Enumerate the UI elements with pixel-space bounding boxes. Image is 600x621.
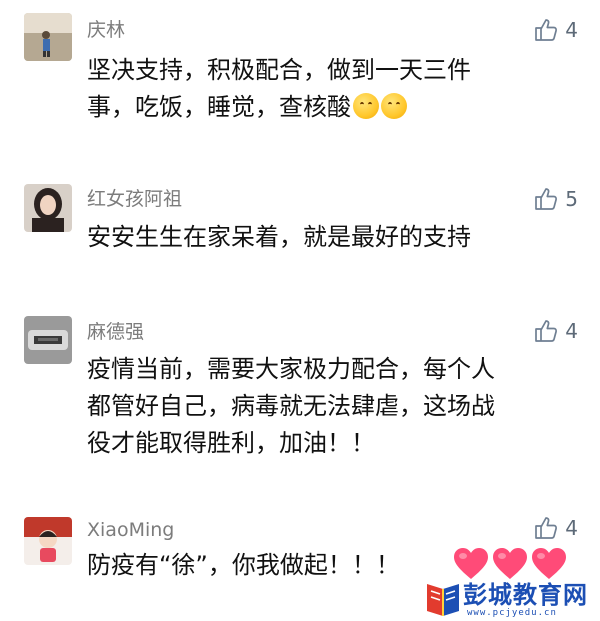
watermark-title: 彭城教育网 xyxy=(463,581,588,609)
hugging-face-emoji-icon xyxy=(381,93,407,119)
thumbs-up-icon xyxy=(535,19,558,41)
like-count: 5 xyxy=(565,187,578,211)
thumbs-up-icon xyxy=(535,188,558,210)
comment-text: 安安生生在家呆着，就是最好的支持 xyxy=(87,219,557,256)
like-count: 4 xyxy=(565,319,578,343)
avatar[interactable] xyxy=(24,517,72,565)
heart-icon xyxy=(454,548,488,579)
avatar[interactable] xyxy=(24,316,72,364)
like-count: 4 xyxy=(565,516,578,540)
comment-line-with-emoji: 事，吃饭，睡觉，查核酸 xyxy=(87,89,557,126)
heart-icon xyxy=(493,548,527,579)
like-button[interactable]: 4 xyxy=(533,515,578,541)
commenter-name[interactable]: 红女孩阿祖 xyxy=(87,187,182,211)
like-button[interactable]: 5 xyxy=(533,186,578,212)
thumbs-up-icon xyxy=(535,320,558,342)
thumbs-up-icon xyxy=(535,517,558,539)
comment-line: 坚决支持，积极配合，做到一天三件 xyxy=(87,56,471,84)
comment-line: 事，吃饭，睡觉，查核酸 xyxy=(87,93,351,121)
watermark-url: www.pcjyedu.cn xyxy=(467,608,557,618)
commenter-name[interactable]: 麻德强 xyxy=(87,320,144,344)
site-watermark: 彭城教育网 www.pcjyedu.cn xyxy=(423,581,599,619)
comment-text: 坚决支持，积极配合，做到一天三件 事，吃饭，睡觉，查核酸 xyxy=(87,52,557,126)
book-logo-icon xyxy=(427,584,459,616)
avatar[interactable] xyxy=(24,184,72,232)
comment-line: 安安生生在家呆着，就是最好的支持 xyxy=(87,223,471,251)
comment-text: 疫情当前，需要大家极力配合，每个人 都管好自己，病毒就无法肆虐，这场战 役才能取… xyxy=(87,351,557,462)
heart-icon xyxy=(532,548,566,579)
like-count: 4 xyxy=(565,18,578,42)
commenter-name[interactable]: 庆林 xyxy=(87,18,125,42)
commenter-name[interactable]: XiaoMing xyxy=(87,518,174,542)
avatar[interactable] xyxy=(24,13,72,61)
hugging-face-emoji-icon xyxy=(353,93,379,119)
comment-line: 役才能取得胜利，加油！！ xyxy=(87,429,375,457)
comment-line: 疫情当前，需要大家极力配合，每个人 xyxy=(87,355,495,383)
comment-line: 都管好自己，病毒就无法肆虐，这场战 xyxy=(87,392,495,420)
hearts-decoration xyxy=(453,547,567,581)
like-button[interactable]: 4 xyxy=(533,17,578,43)
like-button[interactable]: 4 xyxy=(533,318,578,344)
